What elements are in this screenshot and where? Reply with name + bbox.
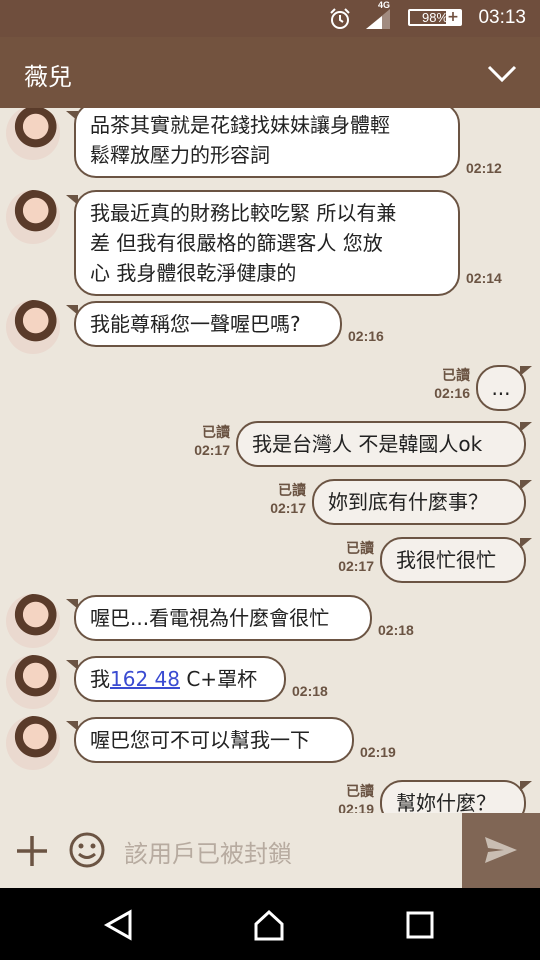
message-bubble[interactable]: 我162 48 C+罩杯 bbox=[74, 656, 286, 702]
navigation-bar bbox=[0, 888, 540, 960]
chat-header: 薇兒 bbox=[0, 37, 540, 108]
read-label: 已讀 bbox=[346, 783, 374, 799]
send-button[interactable] bbox=[462, 813, 540, 888]
message-bubble[interactable]: 品茶其實就是花錢找妹妹讓身體輕 鬆釋放壓力的形容詞 bbox=[74, 108, 460, 178]
message-time: 02:17 bbox=[270, 500, 306, 516]
message-bubble[interactable]: 我是台灣人 不是韓國人ok bbox=[236, 421, 526, 467]
alarm-icon bbox=[330, 8, 350, 29]
avatar[interactable] bbox=[6, 594, 60, 648]
message-line: 我能尊稱您一聲喔巴嗎? bbox=[90, 312, 301, 336]
read-receipt: 已讀 02:16 bbox=[420, 366, 470, 402]
message-time: 02:14 bbox=[466, 270, 502, 286]
plus-icon[interactable] bbox=[14, 833, 50, 869]
message-bubble[interactable]: 幫妳什麼？ bbox=[380, 780, 526, 813]
message-text: ... bbox=[491, 376, 511, 400]
message-time: 02:18 bbox=[292, 683, 328, 699]
emoji-icon[interactable] bbox=[68, 831, 106, 869]
avatar[interactable] bbox=[6, 108, 60, 160]
avatar[interactable] bbox=[6, 190, 60, 244]
message-line: 心 我身體很乾淨健康的 bbox=[90, 261, 297, 285]
message-input[interactable]: 該用戶已被封鎖 bbox=[124, 834, 292, 869]
message-bubble[interactable]: 我最近真的財務比較吃緊 所以有兼 差 但我有很嚴格的篩選客人 您放 心 我身體很… bbox=[74, 190, 460, 296]
read-label: 已讀 bbox=[202, 424, 230, 440]
message-line: 喔巴...看電視為什麼會很忙 bbox=[90, 606, 330, 630]
message-text: 我 bbox=[90, 667, 110, 691]
bubble-tail bbox=[520, 480, 532, 490]
avatar[interactable] bbox=[6, 300, 60, 354]
message-text: 妳到底有什麼事？ bbox=[328, 490, 488, 514]
message-line: 鬆釋放壓力的形容詞 bbox=[90, 143, 270, 167]
bubble-tail bbox=[520, 422, 532, 432]
message-time: 02:19 bbox=[360, 744, 396, 760]
bubble-tail bbox=[520, 366, 532, 376]
message-time: 02:12 bbox=[466, 160, 502, 176]
message-bubble[interactable]: 妳到底有什麼事？ bbox=[312, 479, 526, 525]
avatar[interactable] bbox=[6, 716, 60, 770]
message-time: 02:17 bbox=[194, 442, 230, 458]
recents-icon[interactable] bbox=[403, 908, 437, 942]
bubble-tail bbox=[520, 781, 532, 791]
message-line: 我最近真的財務比較吃緊 所以有兼 bbox=[90, 201, 397, 225]
message-bubble[interactable]: 喔巴...看電視為什麼會很忙 bbox=[74, 595, 372, 641]
home-icon[interactable] bbox=[252, 908, 286, 942]
chat-area[interactable]: 品茶其實就是花錢找妹妹讓身體輕 鬆釋放壓力的形容詞 02:12 我最近真的財務比… bbox=[0, 108, 540, 813]
status-bar: 4G 98% + 03:13 bbox=[0, 0, 540, 37]
status-time: 03:13 bbox=[478, 7, 526, 28]
bubble-tail bbox=[520, 538, 532, 548]
read-receipt: 已讀 02:17 bbox=[324, 539, 374, 575]
message-time: 02:17 bbox=[338, 558, 374, 574]
avatar[interactable] bbox=[6, 655, 60, 709]
read-label: 已讀 bbox=[442, 367, 470, 383]
message-bubble[interactable]: 我很忙很忙 bbox=[380, 537, 526, 583]
message-text: 我很忙很忙 bbox=[396, 548, 496, 572]
message-text: C+罩杯 bbox=[179, 667, 258, 691]
send-icon bbox=[485, 837, 517, 863]
message-bubble[interactable]: ... bbox=[476, 365, 526, 411]
message-bubble[interactable]: 喔巴您可不可以幫我一下 bbox=[74, 717, 354, 763]
read-label: 已讀 bbox=[278, 482, 306, 498]
contact-name[interactable]: 薇兒 bbox=[24, 57, 72, 92]
signal-icon bbox=[366, 9, 390, 29]
charging-icon: + bbox=[446, 9, 460, 26]
message-text: 幫妳什麼？ bbox=[396, 791, 496, 813]
chevron-down-icon[interactable] bbox=[486, 61, 518, 85]
input-bar: 該用戶已被封鎖 bbox=[0, 813, 540, 888]
message-time: 02:19 bbox=[338, 801, 374, 813]
message-time: 02:16 bbox=[348, 328, 384, 344]
read-receipt: 已讀 02:17 bbox=[180, 423, 230, 459]
message-line: 差 但我有很嚴格的篩選客人 您放 bbox=[90, 231, 383, 255]
read-receipt: 已讀 02:19 bbox=[324, 782, 374, 813]
message-line: 品茶其實就是花錢找妹妹讓身體輕 bbox=[90, 113, 390, 137]
phone-link[interactable]: 162 48 bbox=[110, 667, 180, 691]
read-label: 已讀 bbox=[346, 540, 374, 556]
message-time: 02:16 bbox=[434, 385, 470, 401]
read-receipt: 已讀 02:17 bbox=[256, 481, 306, 517]
message-bubble[interactable]: 我能尊稱您一聲喔巴嗎? bbox=[74, 301, 342, 347]
back-icon[interactable] bbox=[102, 908, 136, 942]
message-time: 02:18 bbox=[378, 622, 414, 638]
message-line: 喔巴您可不可以幫我一下 bbox=[90, 728, 310, 752]
message-text: 我是台灣人 不是韓國人ok bbox=[252, 432, 483, 456]
